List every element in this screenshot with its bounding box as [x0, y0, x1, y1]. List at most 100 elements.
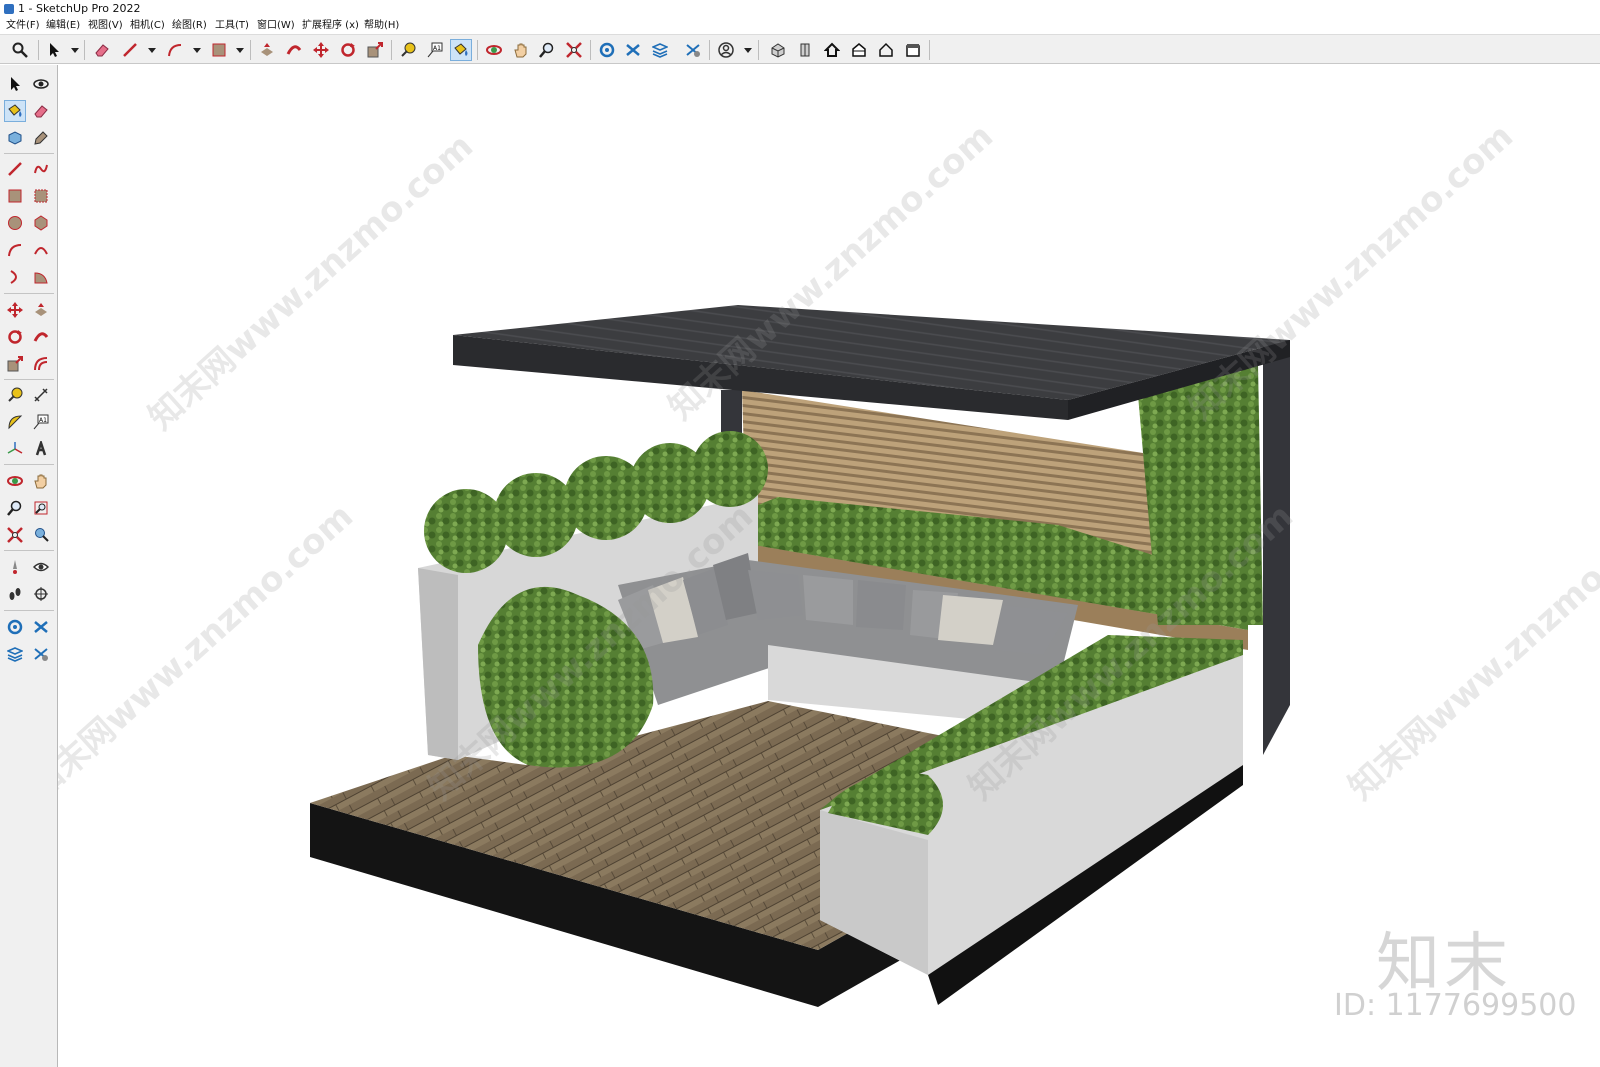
protractor-tool-button[interactable]: [4, 411, 26, 433]
styles-button[interactable]: [682, 39, 704, 61]
section-plane-button[interactable]: [30, 583, 52, 605]
eraser-tool-button[interactable]: [91, 39, 113, 61]
iso-view-button[interactable]: [767, 39, 789, 61]
look-around-button[interactable]: [30, 556, 52, 578]
rotate-icon: [8, 330, 22, 344]
orbit2-tool-button[interactable]: [4, 470, 26, 492]
pushpull-tool-button[interactable]: [256, 39, 278, 61]
select-tool-button[interactable]: [4, 73, 26, 95]
paint-tool-button[interactable]: [4, 100, 26, 122]
axes-tool-button[interactable]: [4, 438, 26, 460]
select-tool-button[interactable]: [43, 39, 65, 61]
circle-tool-button[interactable]: [4, 212, 26, 234]
account-dropdown-icon[interactable]: [744, 48, 752, 53]
tag-tool-button[interactable]: [30, 127, 52, 149]
walk-button[interactable]: [4, 583, 26, 605]
zoom-button[interactable]: [536, 39, 558, 61]
position-camera-button[interactable]: [4, 556, 26, 578]
text-tool-button[interactable]: A1: [30, 411, 52, 433]
eraser-tool-button[interactable]: [30, 100, 52, 122]
arc-tool-button[interactable]: [4, 239, 26, 261]
front-view-button[interactable]: [848, 39, 870, 61]
warehouse-button[interactable]: [596, 39, 618, 61]
right-view-button[interactable]: [902, 39, 924, 61]
select-dropdown-icon[interactable]: [71, 48, 79, 53]
menu-draw[interactable]: 绘图(R): [170, 18, 209, 34]
move-icon: [313, 42, 329, 58]
3dtext-tool-button[interactable]: [30, 438, 52, 460]
freehand-tool-button[interactable]: [30, 158, 52, 180]
scale-tool-button[interactable]: [4, 353, 26, 375]
zoom-tool-button[interactable]: [9, 39, 31, 61]
followme-tool-button[interactable]: [30, 326, 52, 348]
paint-icon: [454, 43, 468, 56]
select-icon: [50, 43, 59, 57]
pie-tool-button[interactable]: [30, 266, 52, 288]
eraser-icon: [95, 44, 109, 57]
menu-window[interactable]: 窗口(W): [255, 18, 297, 34]
orbit-icon: [486, 45, 502, 55]
styles-button[interactable]: [30, 643, 52, 665]
rectangle-dropdown-icon[interactable]: [236, 48, 244, 53]
pencil-tool-button[interactable]: [4, 158, 26, 180]
rectangle-tool-button[interactable]: [208, 39, 230, 61]
move-tool-button[interactable]: [4, 299, 26, 321]
select-icon: [11, 77, 20, 91]
polygon-tool-button[interactable]: [30, 212, 52, 234]
text-icon: A1: [33, 414, 49, 430]
offset-tool-button[interactable]: [30, 353, 52, 375]
tape-tool-button[interactable]: [397, 39, 419, 61]
scale-tool-button[interactable]: [364, 39, 386, 61]
pushpull-tool-button[interactable]: [30, 299, 52, 321]
arc2-tool-button[interactable]: [30, 239, 52, 261]
pencil-tool-button[interactable]: [119, 39, 141, 61]
menu-camera[interactable]: 相机(C): [128, 18, 167, 34]
pie-icon: [34, 272, 48, 284]
previous-view-button[interactable]: [30, 524, 52, 546]
rotate-tool-button[interactable]: [337, 39, 359, 61]
zoom-extents-button[interactable]: [563, 39, 585, 61]
layers-button[interactable]: [4, 643, 26, 665]
styles-icon: [34, 648, 48, 661]
arc3-tool-button[interactable]: [4, 266, 26, 288]
menu-extensions[interactable]: 扩展程序 (x): [300, 18, 361, 34]
move-tool-button[interactable]: [310, 39, 332, 61]
account-button[interactable]: [715, 39, 737, 61]
pan-tool-button[interactable]: [30, 470, 52, 492]
orbit-tool-button[interactable]: [483, 39, 505, 61]
tape-tool-button[interactable]: [4, 384, 26, 406]
dimension-tool-button[interactable]: [30, 384, 52, 406]
orbit-tool-button[interactable]: [30, 73, 52, 95]
rotated-rect-tool-button[interactable]: [30, 185, 52, 207]
text-tool-button[interactable]: A1: [424, 39, 446, 61]
menu-file[interactable]: 文件(F): [4, 18, 42, 34]
arc-dropdown-icon[interactable]: [193, 48, 201, 53]
zoom-extents-tool-button[interactable]: [4, 524, 26, 546]
toolbar-separator: [4, 550, 54, 551]
extension-warehouse-button[interactable]: [30, 616, 52, 638]
menu-tools[interactable]: 工具(T): [213, 18, 251, 34]
menu-view[interactable]: 视图(V): [86, 18, 125, 34]
zoom-window-tool-button[interactable]: [30, 497, 52, 519]
rectangle-tool-button[interactable]: [4, 185, 26, 207]
zoom-tool-button[interactable]: [4, 497, 26, 519]
menu-bar: 文件(F) 编辑(E) 视图(V) 相机(C) 绘图(R) 工具(T) 窗口(W…: [0, 18, 1600, 34]
followme-tool-button[interactable]: [283, 39, 305, 61]
warehouse-button[interactable]: [4, 616, 26, 638]
pencil-dropdown-icon[interactable]: [148, 48, 156, 53]
top-view-button[interactable]: [821, 39, 843, 61]
menu-help[interactable]: 帮助(H): [362, 18, 401, 34]
model-viewport[interactable]: 知末网www.znzmo.com 知末网www.znzmo.com 知末网www…: [58, 65, 1600, 1067]
menu-edit[interactable]: 编辑(E): [44, 18, 82, 34]
paint-tool-button[interactable]: [450, 39, 472, 61]
arc-tool-button[interactable]: [164, 39, 186, 61]
pan-tool-button[interactable]: [510, 39, 532, 61]
title-bar: 1 - SketchUp Pro 2022: [0, 0, 1600, 18]
layers-button[interactable]: [649, 39, 671, 61]
rectangle-icon: [8, 189, 22, 203]
rotate-tool-button[interactable]: [4, 326, 26, 348]
back-view-button[interactable]: [875, 39, 897, 61]
extension-warehouse-button[interactable]: [622, 39, 644, 61]
side-view-button[interactable]: [794, 39, 816, 61]
component-tool-button[interactable]: [4, 127, 26, 149]
